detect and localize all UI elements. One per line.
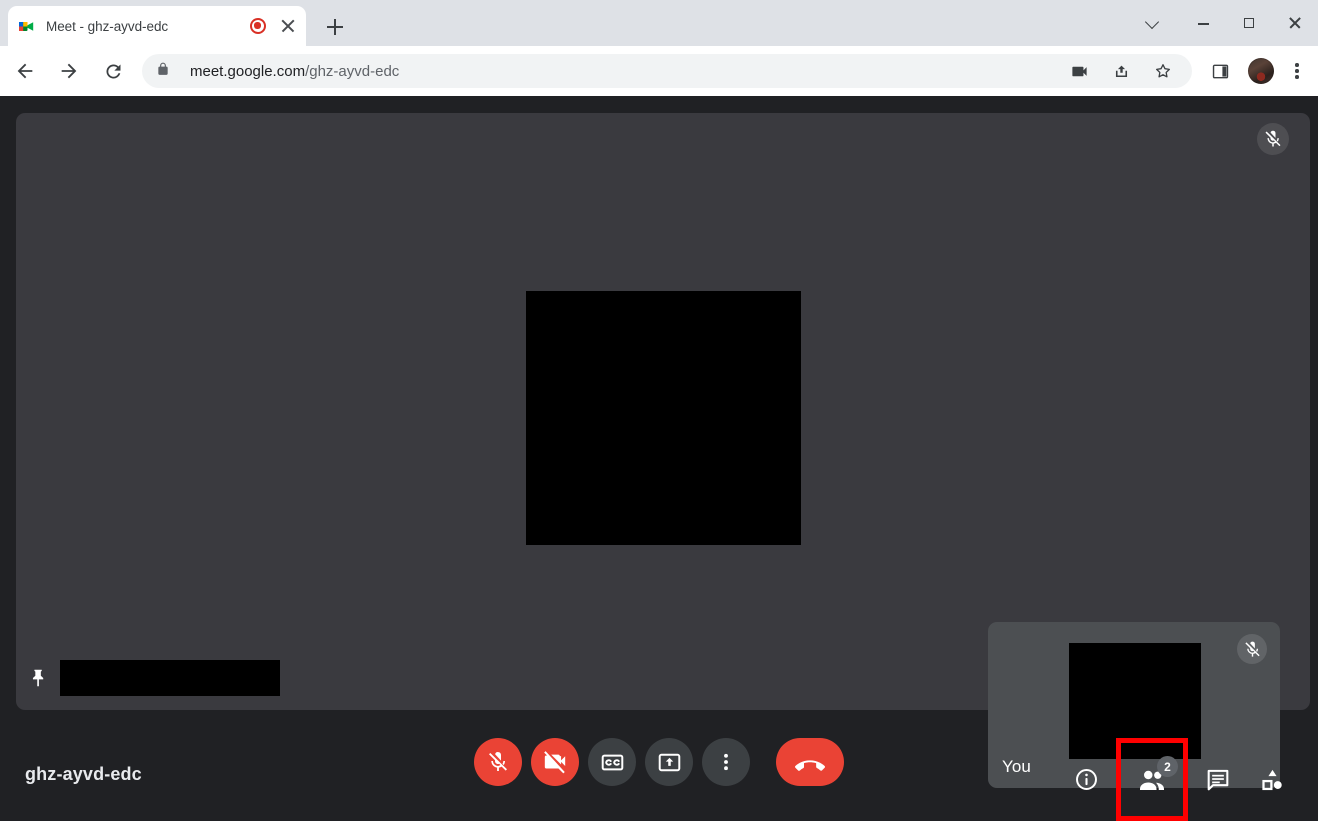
more-options-button[interactable]: [702, 738, 750, 786]
maximize-icon: [1244, 18, 1254, 28]
toggle-microphone-button[interactable]: [474, 738, 522, 786]
pin-icon[interactable]: [28, 665, 50, 691]
side-panel-icon: [1212, 64, 1228, 78]
close-icon: [1288, 16, 1302, 30]
avatar[interactable]: [1248, 58, 1274, 84]
mic-off-icon: [1244, 641, 1260, 657]
self-tile-mic-status: [1237, 634, 1267, 664]
camera-access-icon[interactable]: [1063, 55, 1095, 87]
browser-tab[interactable]: Meet - ghz-ayvd-edc: [8, 6, 306, 46]
chat-button[interactable]: [1194, 756, 1242, 804]
closed-captions-icon: [601, 754, 623, 770]
arrow-left-icon: [17, 63, 33, 79]
main-video-tile[interactable]: [16, 113, 1310, 710]
omnibox-actions: [1058, 55, 1192, 87]
lock-icon: [156, 61, 172, 82]
meeting-details-button[interactable]: [1062, 756, 1110, 804]
redacted-participant-name: [60, 660, 280, 696]
present-screen-button[interactable]: [645, 738, 693, 786]
chat-bubble-icon: [1207, 769, 1229, 790]
url-text: meet.google.com/ghz-ayvd-edc: [190, 63, 399, 80]
participant-name-strip: [28, 660, 280, 696]
meet-bottom-bar: ghz-ayvd-edc 2: [0, 714, 1318, 821]
close-window-button[interactable]: [1272, 0, 1318, 46]
more-vertical-icon: [724, 753, 728, 771]
end-call-icon: [795, 760, 825, 771]
mic-off-icon: [489, 752, 507, 771]
google-meet-favicon: [18, 18, 35, 35]
bookmark-star-icon[interactable]: [1147, 55, 1179, 87]
window-controls: [1124, 0, 1318, 46]
main-tile-mic-status: [1257, 123, 1289, 155]
maximize-button[interactable]: [1226, 0, 1272, 46]
activities-button[interactable]: [1248, 756, 1296, 804]
back-button[interactable]: [6, 52, 44, 90]
captions-button[interactable]: [588, 738, 636, 786]
browser-window: Meet - ghz-ayvd-edc meet.google.com/ghz-…: [0, 0, 1318, 821]
new-tab-button[interactable]: [318, 13, 352, 41]
side-panel-button[interactable]: [1203, 54, 1237, 88]
reload-button[interactable]: [94, 52, 132, 90]
share-icon[interactable]: [1105, 55, 1137, 87]
meeting-code: ghz-ayvd-edc: [25, 764, 142, 784]
toggle-camera-button[interactable]: [531, 738, 579, 786]
mic-off-icon: [1265, 130, 1281, 147]
address-bar[interactable]: meet.google.com/ghz-ayvd-edc: [142, 54, 1192, 88]
forward-button[interactable]: [50, 52, 88, 90]
browser-toolbar: meet.google.com/ghz-ayvd-edc: [0, 46, 1318, 96]
info-icon: [1075, 769, 1097, 790]
meet-center-controls: [474, 738, 844, 786]
close-tab-button[interactable]: [280, 18, 296, 34]
chrome-menu-button[interactable]: [1282, 54, 1312, 88]
leave-call-button[interactable]: [776, 738, 844, 786]
url-domain: meet.google.com: [190, 62, 306, 80]
camera-off-icon: [544, 751, 566, 774]
redacted-video-region: [526, 291, 801, 545]
activities-icon: [1261, 769, 1282, 791]
chevron-down-icon: [1144, 14, 1160, 30]
tab-title: Meet - ghz-ayvd-edc: [46, 18, 169, 34]
menu-dot: [1295, 69, 1299, 73]
present-screen-icon: [658, 753, 680, 771]
minimize-button[interactable]: [1180, 0, 1226, 46]
reload-icon: [105, 63, 120, 78]
meet-stage: You ghz-ayvd-edc 2: [0, 96, 1318, 821]
minimize-icon: [1197, 23, 1209, 25]
url-path: /ghz-ayvd-edc: [305, 62, 400, 80]
menu-dot: [1295, 75, 1299, 79]
tab-recording-icon[interactable]: [250, 18, 266, 34]
tab-strip: Meet - ghz-ayvd-edc: [0, 0, 1318, 46]
menu-dot: [1295, 63, 1299, 67]
chevron-down-button[interactable]: [1124, 0, 1180, 46]
arrow-right-icon: [61, 63, 77, 79]
participant-count-badge: 2: [1157, 756, 1178, 777]
